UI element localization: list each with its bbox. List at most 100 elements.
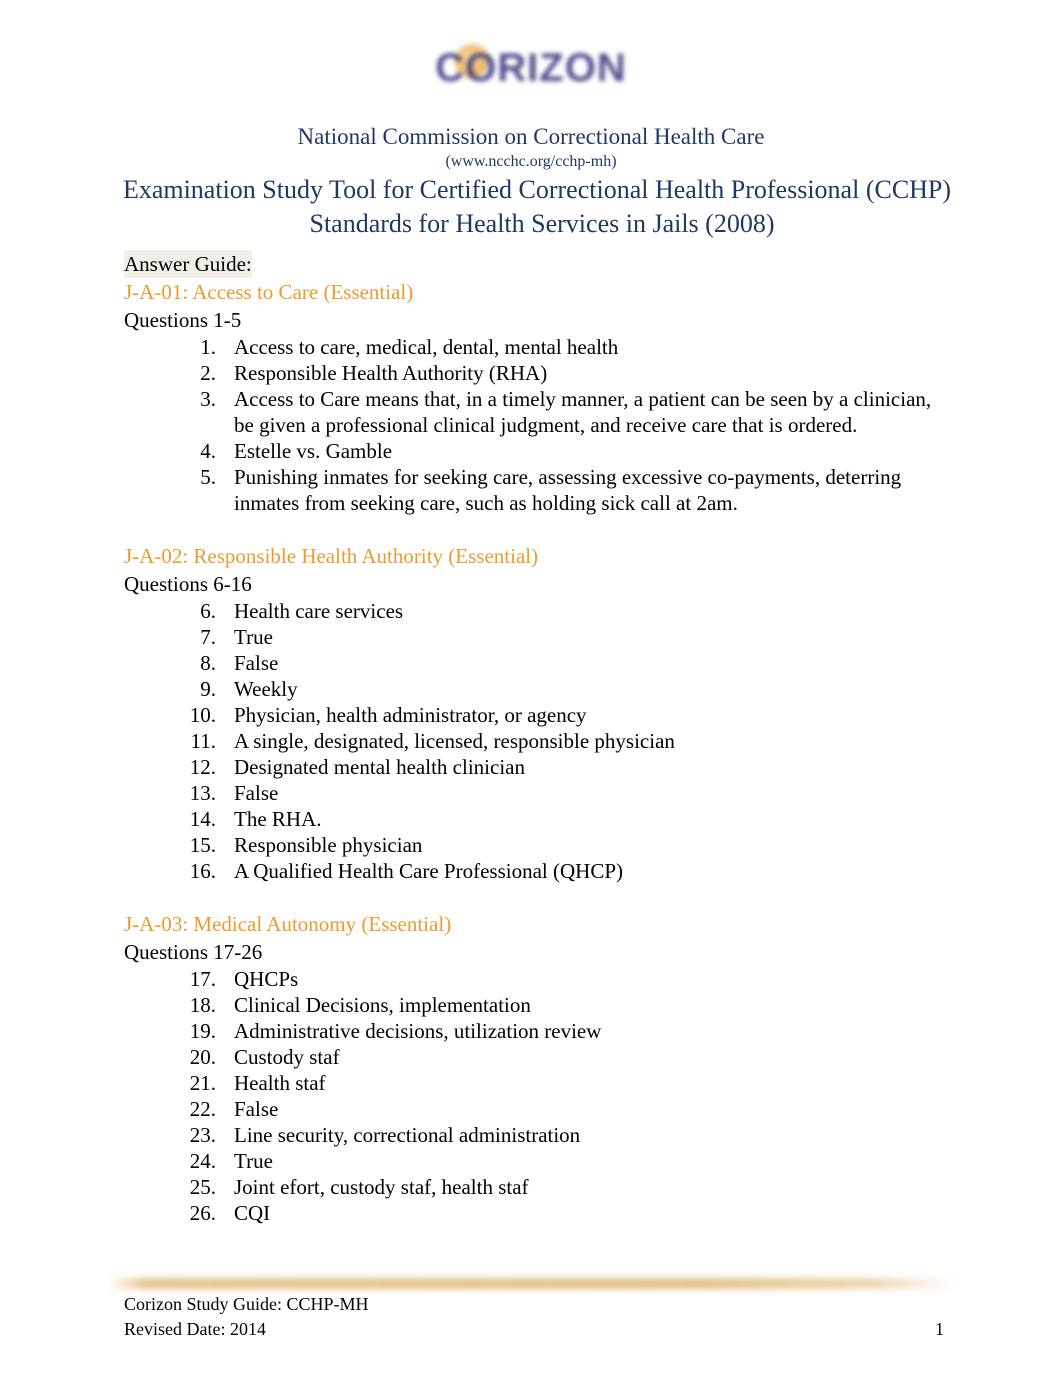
list-item-text: QHCPs	[234, 967, 299, 991]
list-item-text: Weekly	[234, 677, 298, 701]
list-item-number: 25.	[189, 1175, 216, 1199]
list-item: 9. Weekly	[124, 676, 954, 702]
list-item-number: 24.	[189, 1149, 216, 1173]
list-item: 6. Health care services	[124, 598, 954, 624]
list-item: 8. False	[124, 650, 954, 676]
list-item: 24. True	[124, 1148, 954, 1174]
list-item-number: 6.	[200, 599, 216, 623]
list-item-text: CQI	[234, 1201, 271, 1225]
list-item: 3. Access to Care means that, in a timely…	[124, 386, 954, 438]
list-item-number: 14.	[189, 807, 216, 831]
list-item: 23. Line security, correctional administr…	[124, 1122, 954, 1148]
answer-list-j-a-02: 6. Health care services 7. True 8. False 9.…	[124, 598, 954, 884]
footer-revised-date-line: Revised Date: 2014 1	[124, 1317, 944, 1342]
list-item-text: A Qualified Health Care Professional (QH…	[234, 859, 624, 883]
list-item: 22. False	[124, 1096, 954, 1122]
footer-divider	[112, 1278, 957, 1289]
document-title-line-1: Examination Study Tool for Certified Cor…	[122, 175, 952, 204]
list-item: 4. Estelle vs. Gamble	[124, 438, 954, 464]
list-item-text: Health care services	[234, 599, 404, 623]
page-number: 1	[935, 1319, 944, 1339]
list-item-number: 20.	[189, 1045, 216, 1069]
list-item-number: 9.	[200, 677, 216, 701]
question-range-j-a-02: Questions 6-16	[124, 572, 252, 596]
question-range-j-a-01: Questions 1-5	[124, 308, 242, 332]
section-heading-j-a-01: J-A-01: Access to Care (Essential)	[124, 280, 414, 304]
list-item-text: False	[234, 1097, 279, 1121]
logo-wordmark: CORIZON	[435, 46, 627, 90]
list-item: 17. QHCPs	[124, 966, 954, 992]
list-item-text: Designated mental health clinician	[234, 755, 525, 779]
list-item-number: 17.	[189, 967, 216, 991]
list-item-number: 26.	[189, 1201, 216, 1225]
list-item-number: 13.	[189, 781, 216, 805]
list-item: 26. CQI	[124, 1200, 954, 1226]
list-item-number: 7.	[200, 625, 216, 649]
answer-list-j-a-01: 1. Access to care, medical, dental, menta…	[124, 334, 954, 516]
list-item-text: Joint efort, custody staf, health staf	[234, 1175, 529, 1199]
section-heading-j-a-02: J-A-02: Responsible Health Authority (Es…	[124, 544, 539, 568]
document-footer: Corizon Study Guide: CCHP-MH Revised Dat…	[124, 1292, 944, 1342]
list-item: 25. Joint efort, custody staf, health sta…	[124, 1174, 954, 1200]
list-item-text: True	[234, 1149, 273, 1173]
list-item-number: 1.	[200, 335, 216, 359]
list-item-text: Responsible physician	[234, 833, 423, 857]
list-item: 10. Physician, health administrator, or a…	[124, 702, 954, 728]
list-item-text: Custody staf	[234, 1045, 340, 1069]
list-item-text: Access to Care means that, in a timely m…	[234, 387, 932, 437]
organization-url: (www.ncchc.org/cchp-mh)	[445, 153, 617, 170]
answer-list-j-a-03: 17. QHCPs 18. Clinical Decisions, implemen…	[124, 966, 954, 1226]
list-item: 5. Punishing inmates for seeking care, as…	[124, 464, 954, 516]
footer-revised-date-text: Revised Date: 2014	[124, 1319, 266, 1339]
document-header: National Commission on Correctional Heal…	[0, 122, 1062, 241]
section-heading-j-a-03: J-A-03: Medical Autonomy (Essential)	[124, 912, 452, 936]
list-item-text: The RHA.	[234, 807, 322, 831]
list-item-number: 4.	[200, 439, 216, 463]
list-item-number: 3.	[200, 387, 216, 411]
list-item-number: 5.	[200, 465, 216, 489]
logo-graphic: CORIZON	[411, 44, 651, 102]
list-item: 14. The RHA.	[124, 806, 954, 832]
list-item-text: False	[234, 651, 279, 675]
document-page: CORIZON National Commission on Correctio…	[0, 0, 1062, 1377]
list-item-number: 22.	[189, 1097, 216, 1121]
list-item-text: Health staf	[234, 1071, 326, 1095]
list-item-text: Physician, health administrator, or agen…	[234, 703, 587, 727]
list-item: 21. Health staf	[124, 1070, 954, 1096]
list-item-text: Responsible Health Authority (RHA)	[234, 361, 548, 385]
list-item-number: 10.	[189, 703, 216, 727]
list-item-number: 8.	[200, 651, 216, 675]
list-item: 20. Custody staf	[124, 1044, 954, 1070]
list-item-number: 23.	[189, 1123, 216, 1147]
list-item-text: False	[234, 781, 279, 805]
answer-guide-label: Answer Guide:	[124, 250, 252, 278]
list-item-number: 11.	[190, 729, 216, 753]
list-item: 16. A Qualified Health Care Professional …	[124, 858, 954, 884]
corizon-logo: CORIZON	[0, 44, 1062, 107]
document-title-line-2: Standards for Health Services in Jails (…	[309, 209, 775, 238]
question-range-j-a-03: Questions 17-26	[124, 940, 263, 964]
list-item-text: A single, designated, licensed, responsi…	[234, 729, 675, 753]
list-item: 7. True	[124, 624, 954, 650]
list-item-text: Line security, correctional administrati…	[234, 1123, 581, 1147]
list-item-number: 21.	[189, 1071, 216, 1095]
list-item-number: 18.	[189, 993, 216, 1017]
list-item: 2. Responsible Health Authority (RHA)	[124, 360, 954, 386]
list-item: 18. Clinical Decisions, implementation	[124, 992, 954, 1018]
list-item-text: Punishing inmates for seeking care, asse…	[234, 465, 902, 515]
list-item: 19. Administrative decisions, utilization…	[124, 1018, 954, 1044]
list-item: 12. Designated mental health clinician	[124, 754, 954, 780]
list-item-text: Estelle vs. Gamble	[234, 439, 393, 463]
list-item: 1. Access to care, medical, dental, menta…	[124, 334, 954, 360]
list-item: 15. Responsible physician	[124, 832, 954, 858]
footer-study-guide-line: Corizon Study Guide: CCHP-MH	[124, 1294, 369, 1314]
document-body: Answer Guide: J-A-01: Access to Care (Es…	[124, 250, 954, 1226]
list-item-text: Administrative decisions, utilization re…	[234, 1019, 602, 1043]
list-item-number: 15.	[189, 833, 216, 857]
organization-name: National Commission on Correctional Heal…	[297, 124, 765, 149]
list-item: 13. False	[124, 780, 954, 806]
list-item: 11. A single, designated, licensed, respo…	[124, 728, 954, 754]
list-item-text: Clinical Decisions, implementation	[234, 993, 531, 1017]
list-item-number: 2.	[200, 361, 216, 385]
list-item-number: 12.	[189, 755, 216, 779]
